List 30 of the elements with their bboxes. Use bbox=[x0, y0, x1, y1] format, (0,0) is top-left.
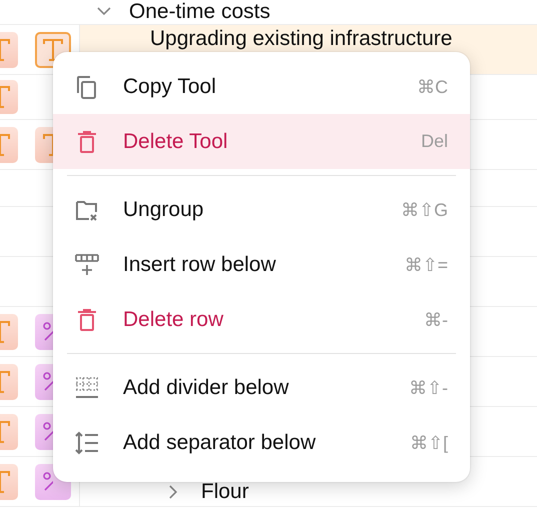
menu-item[interactable]: Ungroup ⌘⇧G bbox=[53, 182, 470, 237]
trash-icon bbox=[75, 130, 99, 154]
row-label: One-time costs bbox=[129, 0, 270, 24]
chevron-down-icon bbox=[96, 6, 112, 16]
menu-item[interactable]: Insert row below ⌘⇧= bbox=[53, 237, 470, 292]
row-label: Flour bbox=[201, 480, 249, 504]
row-label: Upgrading existing infrastructure bbox=[150, 27, 452, 51]
shortcut-label: ⌘C bbox=[417, 76, 448, 98]
trash-icon bbox=[75, 308, 99, 332]
copy-icon bbox=[75, 74, 99, 98]
dotted-grid-icon bbox=[75, 376, 99, 400]
percent-icon bbox=[42, 470, 53, 494]
insert-row-icon bbox=[75, 252, 99, 276]
chevron-right-icon bbox=[168, 484, 178, 500]
text-icon bbox=[42, 38, 64, 62]
menu-item[interactable]: Add separator below ⌘⇧[ bbox=[53, 415, 470, 470]
shortcut-label: ⌘⇧[ bbox=[410, 432, 448, 454]
shortcut-label: ⌘⇧= bbox=[404, 254, 448, 276]
shortcut-label: ⌘⇧G bbox=[400, 198, 448, 220]
percent-icon bbox=[42, 420, 53, 444]
line-spacing-icon bbox=[75, 430, 99, 454]
percent-icon bbox=[42, 320, 53, 344]
shortcut-label: ⌘⇧- bbox=[409, 376, 448, 398]
shortcut-label: ⌘- bbox=[424, 308, 448, 330]
percent-icon bbox=[42, 370, 53, 394]
text-icon bbox=[42, 132, 53, 156]
menu-item[interactable]: Delete row ⌘- bbox=[53, 292, 470, 347]
menu-item[interactable]: Delete Tool Del bbox=[53, 114, 470, 169]
shortcut-label: Del bbox=[420, 131, 448, 152]
menu-item[interactable]: Add divider below ⌘⇧- bbox=[53, 360, 470, 415]
